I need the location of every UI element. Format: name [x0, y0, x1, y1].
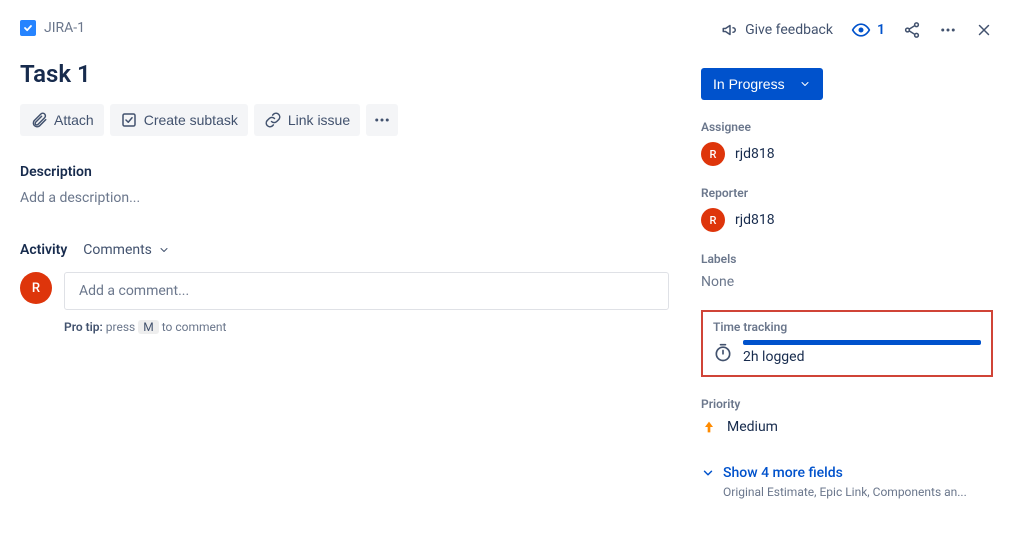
labels-field[interactable]: None — [701, 274, 993, 290]
priority-label: Priority — [701, 397, 993, 411]
show-more-fields-subtitle: Original Estimate, Epic Link, Components… — [723, 485, 993, 499]
description-input[interactable]: Add a description... — [20, 190, 669, 206]
current-user-avatar: R — [20, 272, 52, 304]
reporter-avatar: R — [701, 208, 725, 232]
pro-tip-text: Pro tip: press M to comment — [64, 320, 669, 334]
priority-field[interactable]: Medium — [701, 419, 993, 435]
time-tracking-section: Time tracking 2h logged — [701, 310, 993, 377]
assignee-label: Assignee — [701, 120, 993, 134]
more-button[interactable] — [939, 21, 957, 39]
issue-type-icon — [20, 20, 36, 36]
megaphone-icon — [721, 21, 739, 39]
stopwatch-icon — [713, 343, 733, 363]
reporter-field[interactable]: R rjd818 — [701, 208, 993, 232]
attach-button[interactable]: Attach — [20, 104, 104, 136]
issue-title[interactable]: Task 1 — [20, 60, 669, 88]
attachment-icon — [30, 111, 48, 129]
chevron-down-icon — [701, 466, 715, 480]
close-icon — [975, 21, 993, 39]
time-tracking-field[interactable]: 2h logged — [713, 340, 981, 365]
watch-count: 1 — [877, 22, 885, 38]
activity-filter-dropdown[interactable]: Comments — [83, 242, 170, 258]
share-icon — [903, 21, 921, 39]
time-tracking-label: Time tracking — [713, 320, 981, 334]
assignee-field[interactable]: R rjd818 — [701, 142, 993, 166]
status-dropdown[interactable]: In Progress — [701, 68, 823, 100]
more-icon — [373, 111, 391, 129]
subtask-icon — [120, 111, 138, 129]
breadcrumb[interactable]: JIRA-1 — [20, 20, 85, 36]
time-logged-text: 2h logged — [743, 349, 981, 365]
keyboard-key: M — [138, 320, 158, 334]
chevron-down-icon — [158, 244, 170, 256]
activity-heading: Activity — [20, 242, 67, 258]
reporter-label: Reporter — [701, 186, 993, 200]
give-feedback-button[interactable]: Give feedback — [721, 21, 833, 39]
labels-label: Labels — [701, 252, 993, 266]
more-actions-button[interactable] — [366, 104, 398, 136]
issue-key[interactable]: JIRA-1 — [44, 20, 85, 36]
watch-button[interactable]: 1 — [851, 20, 885, 40]
assignee-avatar: R — [701, 142, 725, 166]
link-icon — [264, 111, 282, 129]
priority-medium-icon — [701, 419, 717, 435]
eye-icon — [851, 20, 871, 40]
create-subtask-button[interactable]: Create subtask — [110, 104, 248, 136]
description-heading: Description — [20, 164, 669, 180]
time-tracking-bar — [743, 340, 981, 345]
close-button[interactable] — [975, 21, 993, 39]
show-more-fields-button[interactable]: Show 4 more fields — [701, 465, 993, 481]
comment-input[interactable]: Add a comment... — [64, 272, 669, 310]
share-button[interactable] — [903, 21, 921, 39]
link-issue-button[interactable]: Link issue — [254, 104, 360, 136]
more-icon — [939, 21, 957, 39]
chevron-down-icon — [799, 78, 811, 90]
